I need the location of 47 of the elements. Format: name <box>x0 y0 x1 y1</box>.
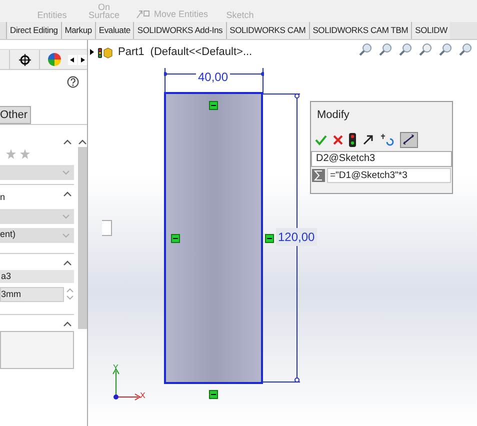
traffic-light-icon[interactable] <box>349 132 356 146</box>
dropdown-caret-icon <box>62 232 70 238</box>
ribbon-tab[interactable]: Evaluate <box>94 22 134 39</box>
ribbon-tab[interactable]: Markup <box>60 22 95 39</box>
tree-part-name[interactable]: Part1 <box>118 44 144 60</box>
select-field[interactable] <box>0 165 74 180</box>
tree-configuration: (Default<<Default>... <box>150 45 252 60</box>
section-label: n <box>0 191 6 204</box>
ribbon-tab[interactable]: SOLIDWORKS Add-Ins <box>133 22 226 39</box>
close-icon[interactable] <box>333 134 343 144</box>
ribbon-tab[interactable]: Direct Editing <box>6 22 61 39</box>
part-icon <box>98 46 114 59</box>
dropdown-caret-icon <box>62 214 70 218</box>
relation-marker-icon <box>171 234 180 243</box>
dialog-title: Modify <box>316 108 350 123</box>
scroll-left-icon[interactable] <box>68 54 77 64</box>
arrow-icon[interactable] <box>362 133 375 146</box>
value-input-field[interactable]: ="D1@Sketch3"*3 <box>327 168 451 182</box>
crosshair-icon[interactable] <box>18 54 30 66</box>
relation-marker-icon <box>209 101 218 110</box>
spin-arrows-icon[interactable] <box>66 287 74 301</box>
axis-label: X <box>140 390 146 402</box>
dimension-value[interactable]: 120,00 <box>276 228 317 246</box>
help-icon[interactable] <box>67 76 79 88</box>
zoom-icon[interactable] <box>359 42 373 56</box>
star-icon[interactable] <box>6 149 16 159</box>
relation-marker-icon <box>265 234 274 243</box>
select-field[interactable] <box>0 208 74 224</box>
ribbon-tab[interactable]: SOLIDWORKS CAM <box>226 22 309 39</box>
scrollbar-thumb[interactable] <box>78 147 86 329</box>
input-field[interactable]: a3 <box>0 270 74 282</box>
relation-marker-icon <box>209 390 218 399</box>
input-field[interactable]: 3mm <box>0 286 64 302</box>
expand-arrow-icon[interactable] <box>90 49 94 56</box>
sum-icon[interactable] <box>312 168 325 182</box>
ribbon-tab[interactable]: SOLIDW <box>411 22 450 39</box>
checkmark-icon[interactable] <box>315 134 327 146</box>
dropdown-caret-icon <box>62 170 70 175</box>
scroll-right-icon[interactable] <box>78 54 87 64</box>
color-wheel-icon[interactable] <box>48 53 60 66</box>
regenerate-icon[interactable] <box>381 133 394 146</box>
select-field[interactable]: ent) <box>0 228 74 242</box>
panel-tab[interactable]: Other <box>0 106 31 124</box>
star-icon[interactable] <box>20 149 30 159</box>
dimension-tool-icon[interactable] <box>400 132 418 148</box>
ribbon-tab[interactable]: SOLIDWORKS CAM TBM <box>308 22 412 39</box>
dimension-name-field[interactable]: D2@Sketch3 <box>311 150 452 166</box>
